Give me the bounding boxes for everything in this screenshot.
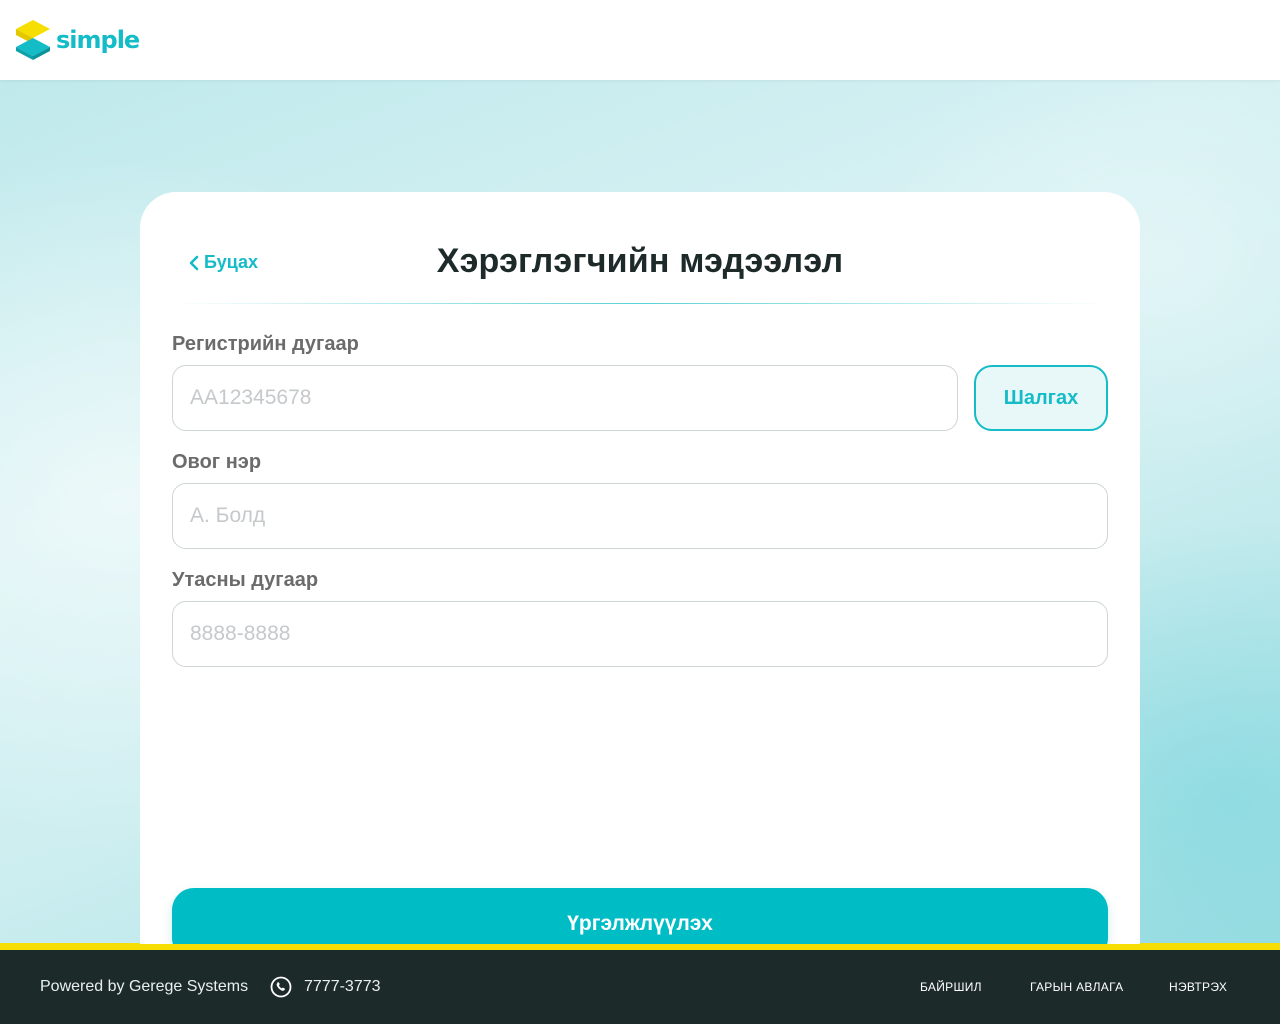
footer-accent-stripe <box>0 943 1280 950</box>
user-info-card: Буцах Хэрэглэгчийн мэдээлэл Регистрийн д… <box>140 192 1140 944</box>
phone-number: 7777-3773 <box>304 978 381 995</box>
footer-link-location[interactable]: БАЙРШИЛ <box>920 980 982 994</box>
footer-phone[interactable]: 7777-3773 <box>270 976 381 998</box>
continue-button[interactable]: Үргэлжлүүлэх <box>172 888 1108 944</box>
footer-link-login[interactable]: НЭВТРЭХ <box>1169 980 1227 994</box>
footer: Powered by Gerege Systems 7777-3773 БАЙР… <box>0 950 1280 1024</box>
page-title: Хэрэглэгчийн мэдээлэл <box>436 242 844 280</box>
phone-label: Утасны дугаар <box>172 569 319 591</box>
title-divider <box>172 303 1108 304</box>
powered-by-text: Powered by Gerege Systems <box>40 978 249 995</box>
phone-icon <box>270 976 292 998</box>
registration-input[interactable] <box>172 365 958 431</box>
full-name-input[interactable] <box>172 483 1108 549</box>
header: simple <box>0 0 1280 80</box>
check-button[interactable]: Шалгах <box>974 365 1108 431</box>
logo-text: simple <box>56 26 140 54</box>
full-name-label: Овог нэр <box>172 451 262 473</box>
registration-label: Регистрийн дугаар <box>172 333 359 355</box>
footer-link-guide[interactable]: ГАРЫН АВЛАГА <box>1030 980 1123 994</box>
phone-input[interactable] <box>172 601 1108 667</box>
page-background: Буцах Хэрэглэгчийн мэдээлэл Регистрийн д… <box>0 80 1280 944</box>
logo[interactable]: simple <box>16 20 140 60</box>
simple-logo-icon <box>16 20 50 60</box>
